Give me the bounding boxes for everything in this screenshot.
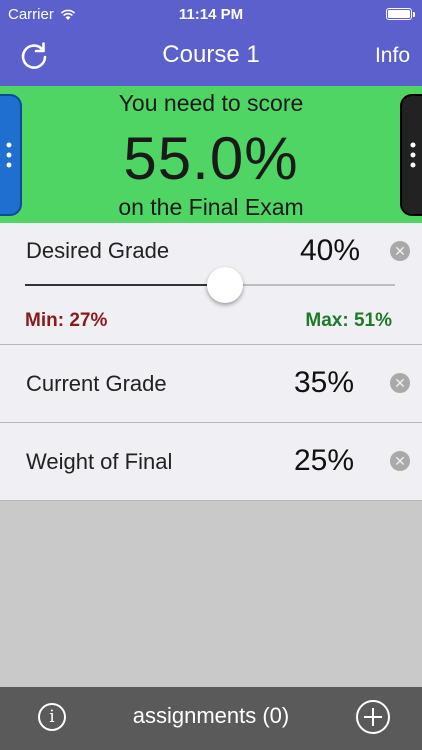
weight-of-final-row[interactable]: Weight of Final 25% ✕: [0, 423, 422, 501]
result-banner: You need to score 55.0% on the Final Exa…: [0, 86, 422, 223]
banner-line1: You need to score: [118, 90, 304, 116]
status-bar: Carrier 11:14 PM: [0, 0, 422, 30]
nav-bar: Course 1 Info: [0, 30, 422, 86]
more-dots-icon: [410, 142, 416, 168]
current-grade-value[interactable]: 35%: [294, 366, 354, 400]
banner-line2: on the Final Exam: [118, 194, 304, 220]
bottom-toolbar: i assignments (0): [0, 687, 422, 750]
weight-of-final-value[interactable]: 25%: [294, 444, 354, 478]
page-title: Course 1: [162, 41, 260, 68]
battery-icon: [386, 8, 415, 20]
weight-of-final-label: Weight of Final: [26, 449, 173, 474]
current-grade-label: Current Grade: [26, 371, 167, 396]
desired-grade-label: Desired Grade: [26, 238, 170, 263]
desired-grade-value: 40%: [300, 234, 361, 267]
clear-icon[interactable]: ✕: [390, 241, 410, 261]
top-bar: Carrier 11:14 PM Course 1 Info: [0, 0, 422, 86]
required-score: 55.0%: [123, 125, 299, 192]
current-grade-row[interactable]: Current Grade 35% ✕: [0, 345, 422, 423]
min-label: Min: 27%: [25, 310, 108, 331]
info-button[interactable]: Info: [375, 44, 410, 68]
desired-grade-row: Desired Grade 40% ✕ Min: 27% Max: 51%: [0, 223, 422, 345]
right-drawer-handle[interactable]: [400, 94, 422, 216]
status-time: 11:14 PM: [178, 6, 244, 23]
slider-thumb[interactable]: [206, 267, 243, 303]
max-label: Max: 51%: [305, 310, 392, 331]
slider-fill: [25, 284, 225, 286]
plus-circle-icon[interactable]: [356, 700, 390, 734]
clear-icon[interactable]: ✕: [390, 451, 410, 471]
clear-icon[interactable]: ✕: [390, 373, 410, 393]
desired-grade-slider[interactable]: [25, 267, 395, 303]
